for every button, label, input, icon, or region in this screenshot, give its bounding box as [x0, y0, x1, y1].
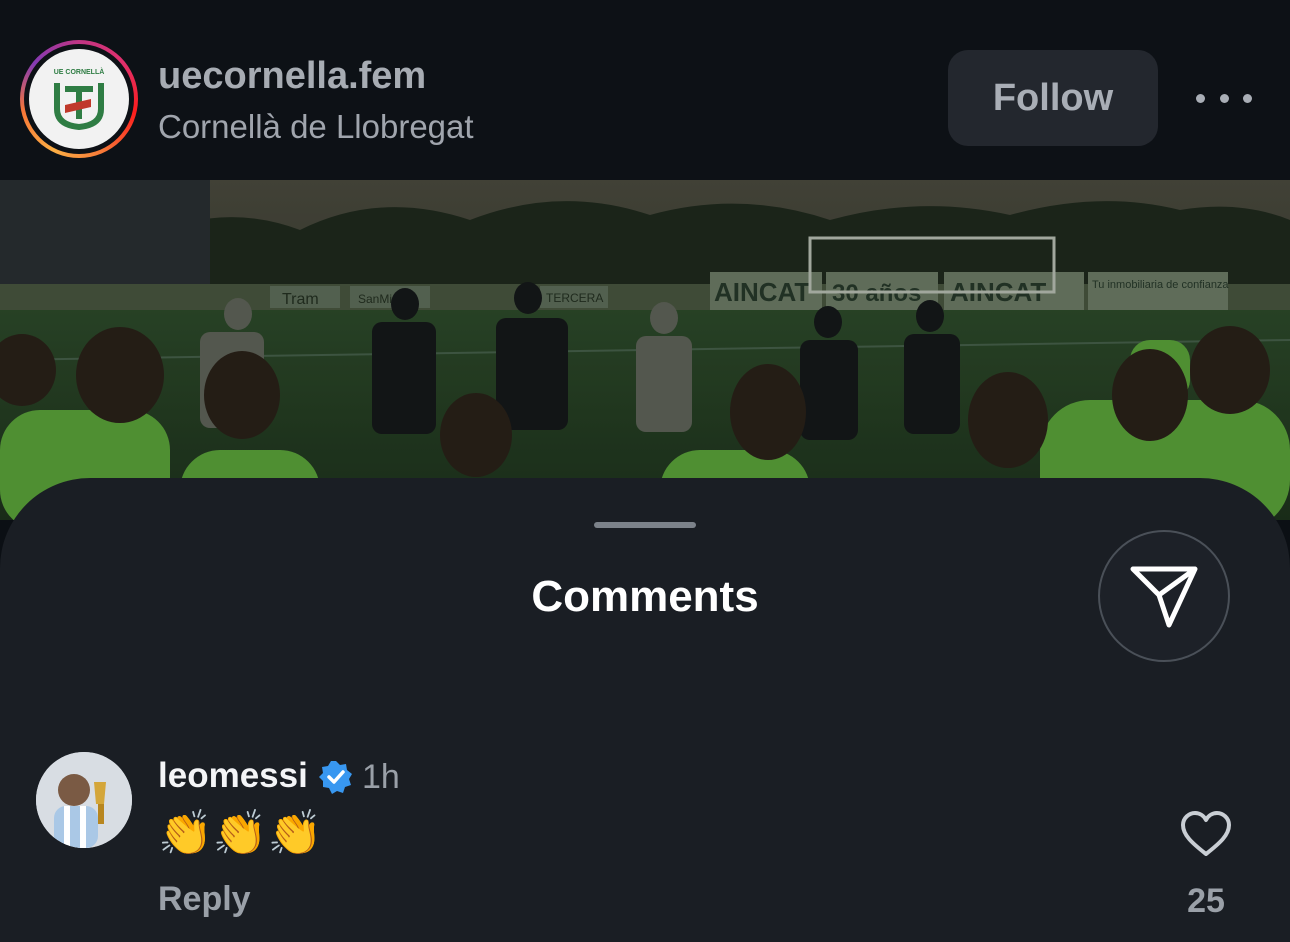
club-logo: UE CORNELLÀ	[29, 49, 129, 149]
more-options-icon[interactable]	[1196, 80, 1252, 116]
account-avatar[interactable]: UE CORNELLÀ	[20, 40, 138, 158]
comment-username[interactable]: leomessi	[158, 756, 308, 796]
send-icon	[1130, 566, 1198, 628]
account-username[interactable]: uecornella.fem	[158, 55, 426, 98]
heart-icon[interactable]	[1180, 810, 1232, 858]
profile-photo	[36, 752, 132, 848]
comments-sheet: Comments leomessi 1h 👏👏👏 Reply 25	[0, 478, 1290, 942]
comment-item: leomessi 1h 👏👏👏 Reply 25	[0, 748, 1290, 938]
verified-badge-icon	[319, 761, 352, 794]
post-header: UE CORNELLÀ uecornella.fem Cornellà de L…	[0, 0, 1290, 180]
sheet-title: Comments	[531, 572, 759, 621]
post-photo[interactable]: Tram SanMiguel TERCERA AINCAT 30 años AI…	[0, 180, 1290, 520]
commenter-avatar[interactable]	[36, 752, 132, 848]
comment-time: 1h	[362, 758, 400, 796]
reply-button[interactable]: Reply	[158, 880, 251, 919]
training-session-image: Tram SanMiguel TERCERA AINCAT 30 años AI…	[0, 180, 1290, 520]
club-crest-icon	[54, 83, 104, 131]
share-button[interactable]	[1098, 530, 1230, 662]
like-count: 25	[1187, 882, 1225, 920]
sheet-grabber[interactable]	[594, 522, 696, 528]
comment-text: 👏👏👏	[158, 809, 323, 858]
follow-button[interactable]: Follow	[948, 50, 1158, 146]
post-location[interactable]: Cornellà de Llobregat	[158, 108, 474, 146]
